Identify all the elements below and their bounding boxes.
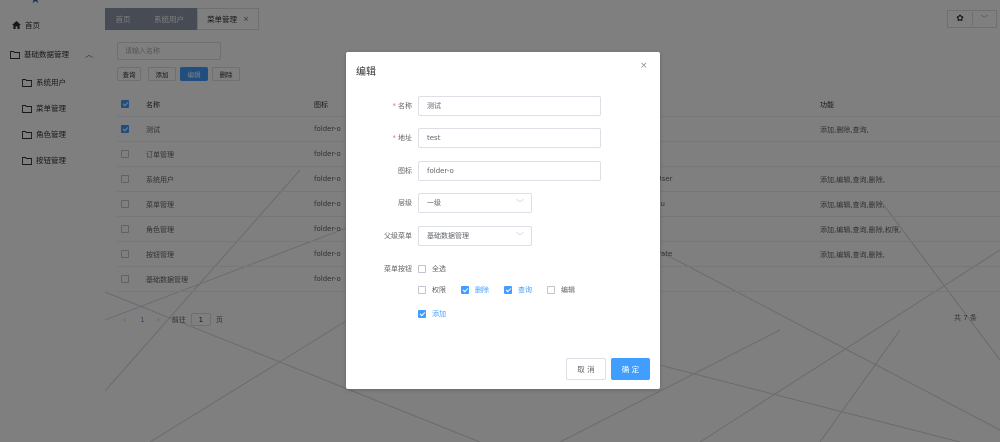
form-row-address: * 地址 test <box>346 128 660 148</box>
cancel-button[interactable]: 取 消 <box>566 358 606 380</box>
checkbox-label: 全选 <box>432 265 446 273</box>
checkbox-box <box>461 286 469 294</box>
checkbox-box <box>504 286 512 294</box>
checkbox-box <box>418 286 426 294</box>
form-row-level: 层级 一级 ﹀ <box>346 193 660 213</box>
required-mark: * <box>392 134 397 142</box>
name-label: * 名称 <box>392 102 413 110</box>
close-icon[interactable]: × <box>640 61 648 71</box>
query-checkbox[interactable]: 查询 <box>504 285 532 295</box>
edit-dialog: 编辑 × * 名称 测试 * 地址 test 图标 folder-o 层级 一级 ﹀… <box>346 52 660 389</box>
form-row-icon: 图标 folder-o <box>346 161 660 181</box>
checkbox-box <box>547 286 555 294</box>
checkbox-label: 编辑 <box>561 286 575 294</box>
address-label: * 地址 <box>392 134 413 142</box>
level-select-value: 一级 <box>427 199 441 207</box>
checkbox-box <box>418 310 426 318</box>
address-field[interactable]: test <box>418 128 601 148</box>
checkbox-label: 添加 <box>432 310 446 318</box>
confirm-button[interactable]: 确 定 <box>611 358 650 380</box>
parent-label: 父级菜单 <box>384 232 412 240</box>
checkbox-box <box>418 265 426 273</box>
chevron-down-icon: ﹀ <box>516 199 524 208</box>
name-field[interactable]: 测试 <box>418 96 601 116</box>
level-label: 层级 <box>398 199 412 207</box>
required-mark: * <box>392 102 397 110</box>
form-row-name: * 名称 测试 <box>346 96 660 116</box>
level-select[interactable]: 一级 ﹀ <box>418 193 532 213</box>
permission-checkbox[interactable]: 权限 <box>418 285 446 295</box>
form-row-parent: 父级菜单 基础数据管理 ﹀ <box>346 226 660 246</box>
edit-checkbox[interactable]: 编辑 <box>547 285 575 295</box>
select-all-checkbox[interactable]: 全选 <box>418 264 446 274</box>
add-checkbox[interactable]: 添加 <box>418 309 446 319</box>
parent-select-value: 基础数据管理 <box>427 232 469 240</box>
dialog-title: 编辑 <box>356 67 376 78</box>
parent-select[interactable]: 基础数据管理 ﹀ <box>418 226 532 246</box>
delete-checkbox[interactable]: 删除 <box>461 285 489 295</box>
checkbox-label: 删除 <box>475 286 489 294</box>
chevron-down-icon: ﹀ <box>516 232 524 241</box>
icon-label: 图标 <box>398 167 412 175</box>
checkbox-label: 权限 <box>432 286 446 294</box>
icon-field[interactable]: folder-o <box>418 161 601 181</box>
menu-buttons-label: 菜单按钮 <box>384 265 412 273</box>
checkbox-label: 查询 <box>518 286 532 294</box>
